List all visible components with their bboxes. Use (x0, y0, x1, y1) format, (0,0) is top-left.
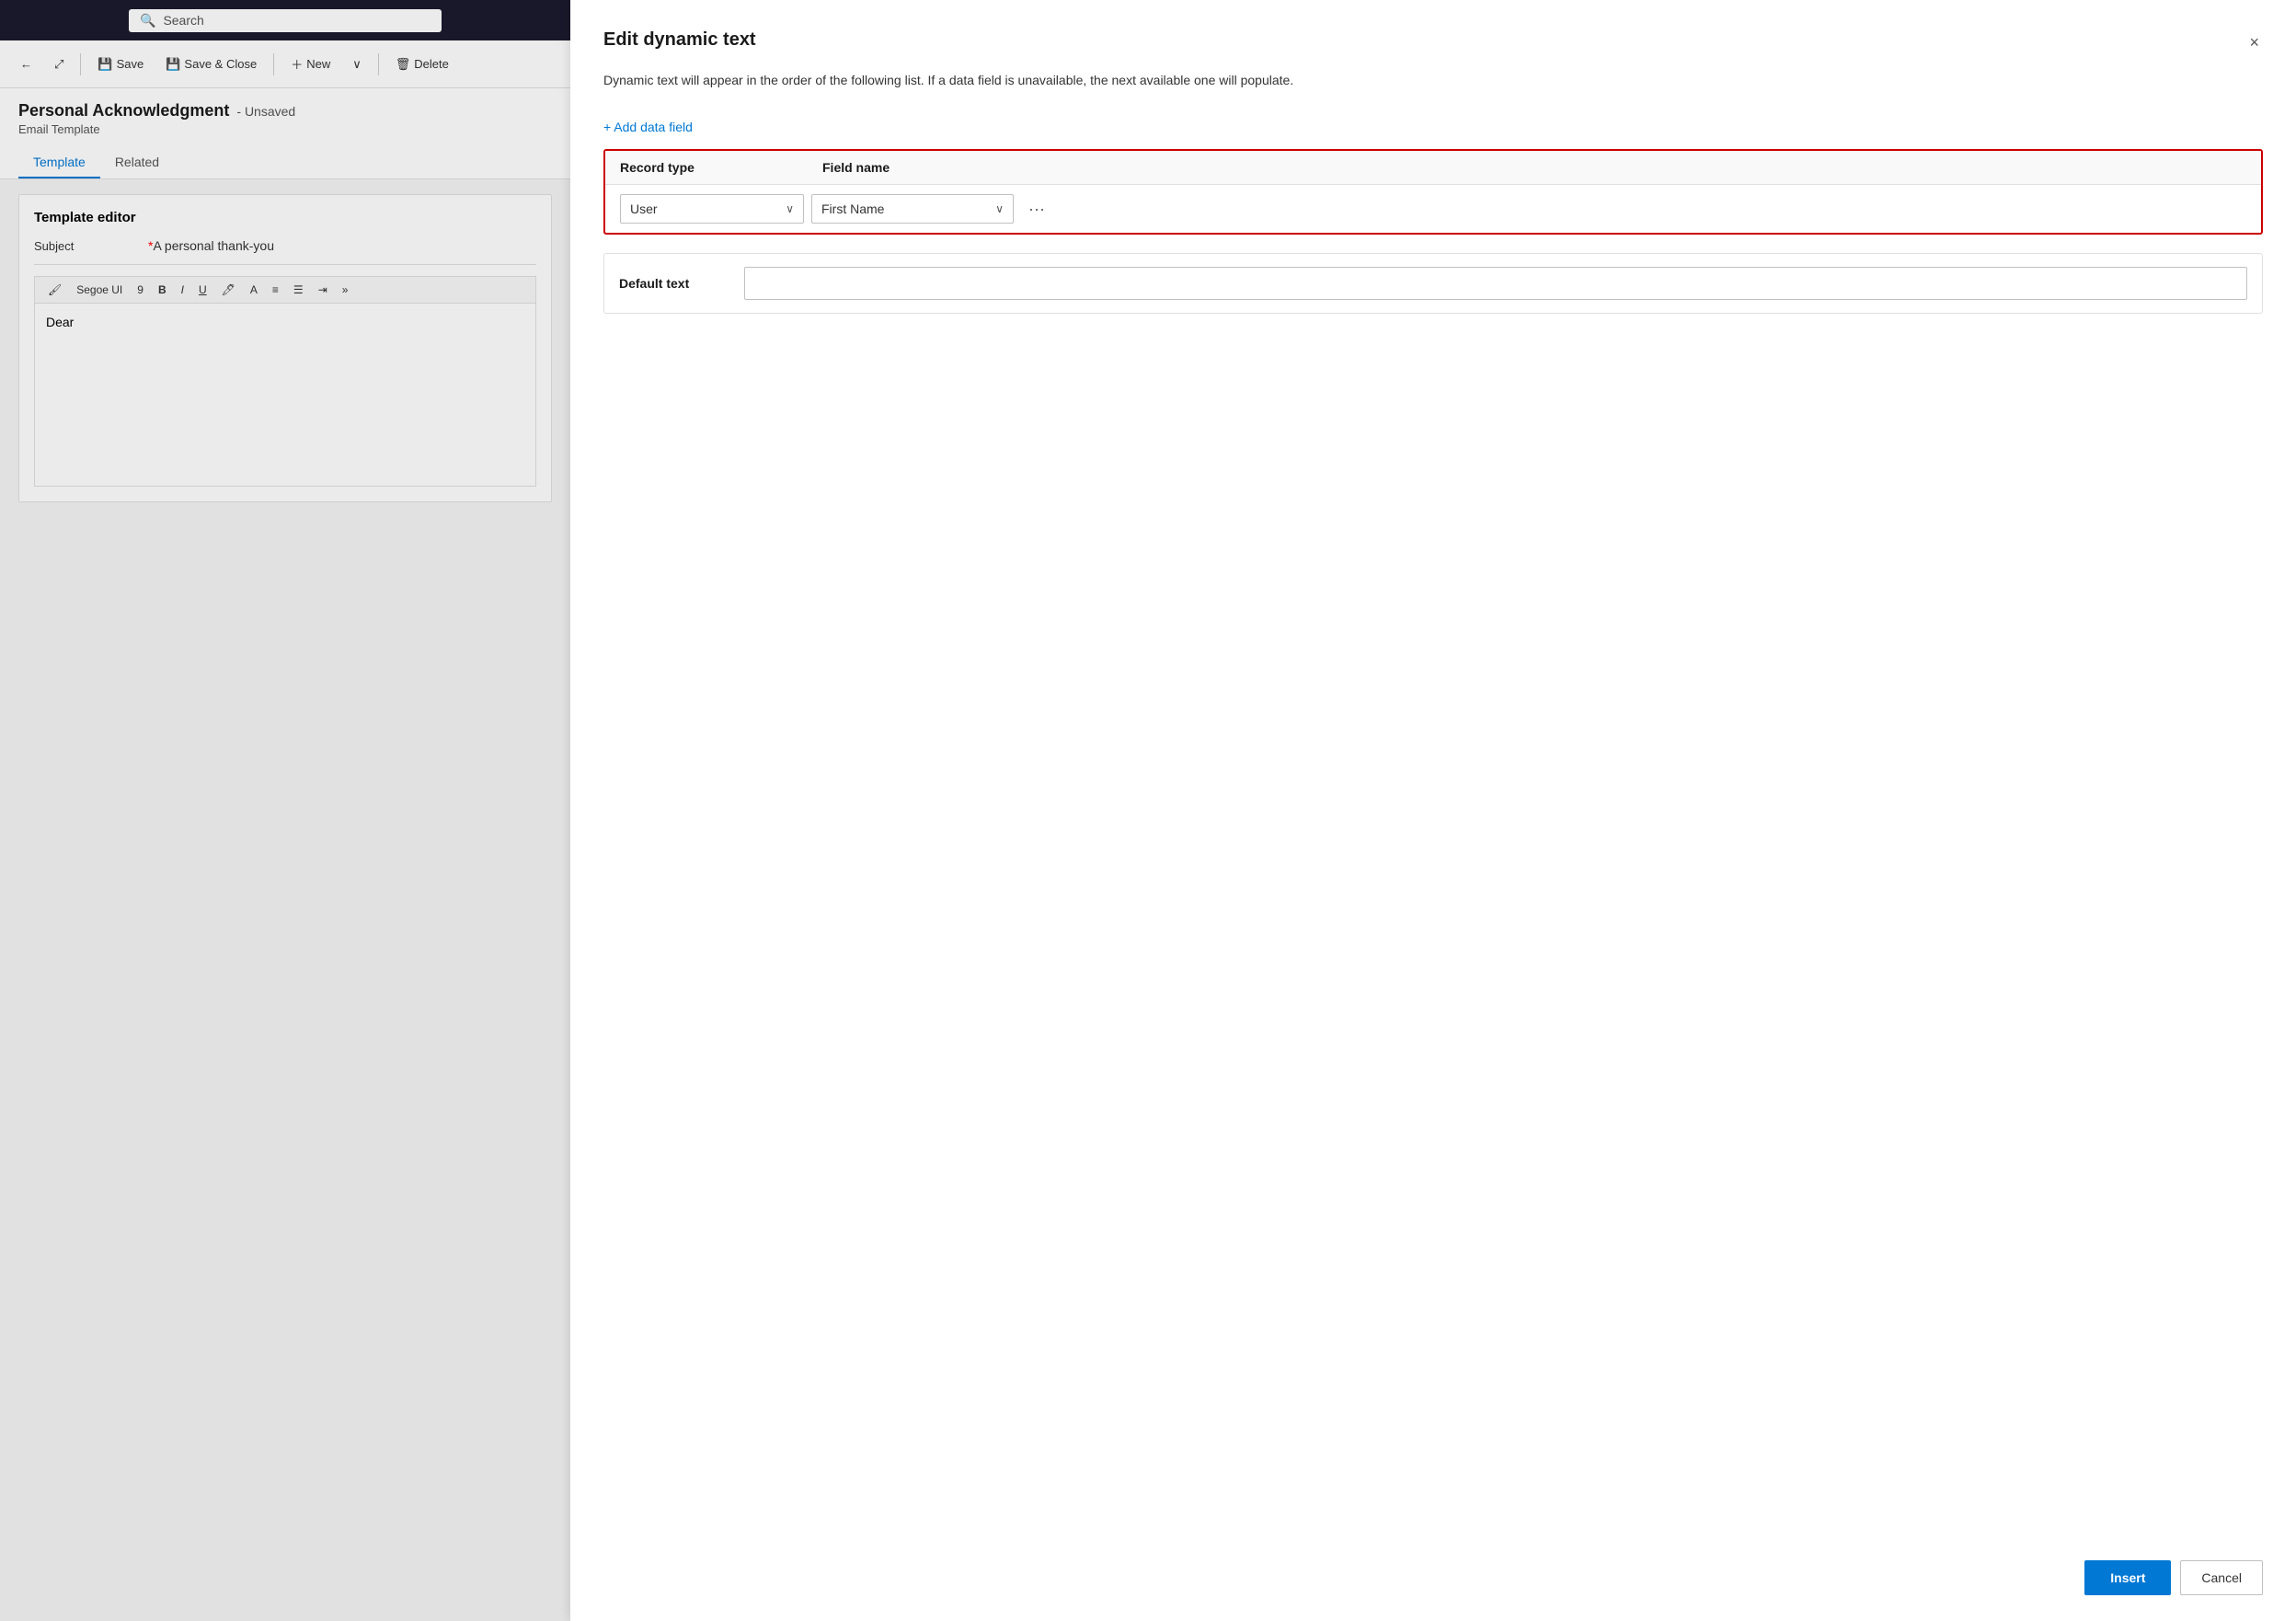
dropdown-button: ∨ (343, 52, 371, 77)
data-field-section: Record type Field name User ∨ First Name… (603, 149, 2263, 235)
list-icon: ☰ (288, 281, 309, 299)
toolbar-divider (80, 53, 81, 75)
quote-icon: » (337, 281, 354, 299)
modal-description: Dynamic text will appear in the order of… (603, 71, 2263, 90)
back-button: ← (11, 52, 41, 76)
data-field-row: User ∨ First Name ∨ ··· (605, 185, 2261, 233)
default-text-label: Default text (619, 276, 729, 291)
font-color-button: A (245, 281, 263, 299)
save-icon: 💾 (98, 57, 112, 72)
toolbar: ← ⤢ 💾 Save 💾 Save & Close ＋ New ∨ 🗑 Dele… (0, 40, 570, 88)
share-button: ⤢ (45, 52, 73, 77)
indent-icon: ⇥ (313, 281, 333, 299)
save-close-button: 💾 Save & Close (156, 52, 266, 77)
rich-toolbar: 🖌 Segoe UI 9 B I U 🖊 A ≡ ☰ ⇥ » (34, 276, 536, 303)
subject-input: A personal thank-you (153, 238, 536, 253)
modal-header: Edit dynamic text × (603, 29, 2263, 56)
editor-body: Dear (46, 315, 74, 329)
font-family: Segoe UI (71, 281, 128, 299)
subject-label: Subject (34, 239, 144, 253)
delete-icon: 🗑 (396, 57, 411, 72)
font-size: 9 (132, 281, 149, 299)
content-area: Template editor Subject * A personal tha… (0, 179, 570, 1621)
insert-button[interactable]: Insert (2084, 1560, 2171, 1595)
tab-related: Related (100, 147, 174, 178)
search-icon: 🔍 (140, 13, 155, 29)
field-name-value: First Name (821, 201, 884, 216)
toolbar-divider2 (273, 53, 274, 75)
page-title: Personal Acknowledgment (18, 101, 229, 121)
record-type-chevron: ∨ (786, 202, 794, 215)
subject-row: Subject * A personal thank-you (34, 238, 536, 265)
field-name-chevron: ∨ (995, 202, 1004, 215)
toolbar-divider3 (378, 53, 379, 75)
italic-button: I (176, 281, 189, 299)
cancel-button[interactable]: Cancel (2180, 1560, 2263, 1595)
rich-editor: Dear (34, 303, 536, 487)
align-left-icon: ≡ (267, 281, 284, 299)
tab-template: Template (18, 147, 100, 178)
save-button: 💾 Save (88, 52, 153, 77)
col-field-name: Field name (822, 160, 890, 175)
save-close-icon: 💾 (166, 57, 180, 72)
col-record-type: Record type (620, 160, 822, 175)
data-field-header: Record type Field name (605, 151, 2261, 185)
page-status: - Unsaved (236, 104, 295, 119)
paint-icon: 🖌 (42, 281, 67, 299)
close-button[interactable]: × (2245, 29, 2263, 56)
new-icon: ＋ (291, 55, 303, 73)
record-type-value: User (630, 201, 658, 216)
record-type-dropdown[interactable]: User ∨ (620, 194, 804, 224)
top-bar: 🔍 Search (0, 0, 570, 40)
underline-button: U (193, 281, 212, 299)
more-options-button[interactable]: ··· (1021, 196, 1052, 223)
modal-panel: Edit dynamic text × Dynamic text will ap… (570, 0, 2296, 1621)
default-text-section: Default text (603, 253, 2263, 314)
field-name-dropdown[interactable]: First Name ∨ (811, 194, 1014, 224)
default-text-input[interactable] (744, 267, 2247, 300)
add-data-field-button[interactable]: + Add data field (603, 112, 2263, 142)
editor-title: Template editor (34, 210, 536, 225)
bold-button: B (153, 281, 172, 299)
search-text: Search (163, 13, 203, 28)
search-box: 🔍 Search (129, 9, 442, 32)
modal-title: Edit dynamic text (603, 29, 756, 51)
background-panel: 🔍 Search ← ⤢ 💾 Save 💾 Save & Close ＋ New… (0, 0, 570, 1621)
page-tabs: Template Related (18, 147, 552, 178)
highlight-button: 🖊 (216, 281, 241, 299)
required-star: * (148, 238, 153, 253)
page-header: Personal Acknowledgment - Unsaved Email … (0, 88, 570, 179)
editor-card: Template editor Subject * A personal tha… (18, 194, 552, 502)
modal-footer: Insert Cancel (603, 1538, 2263, 1595)
delete-button: 🗑 Delete (386, 52, 458, 77)
page-subtitle: Email Template (18, 122, 552, 136)
new-button: ＋ New (281, 50, 339, 78)
